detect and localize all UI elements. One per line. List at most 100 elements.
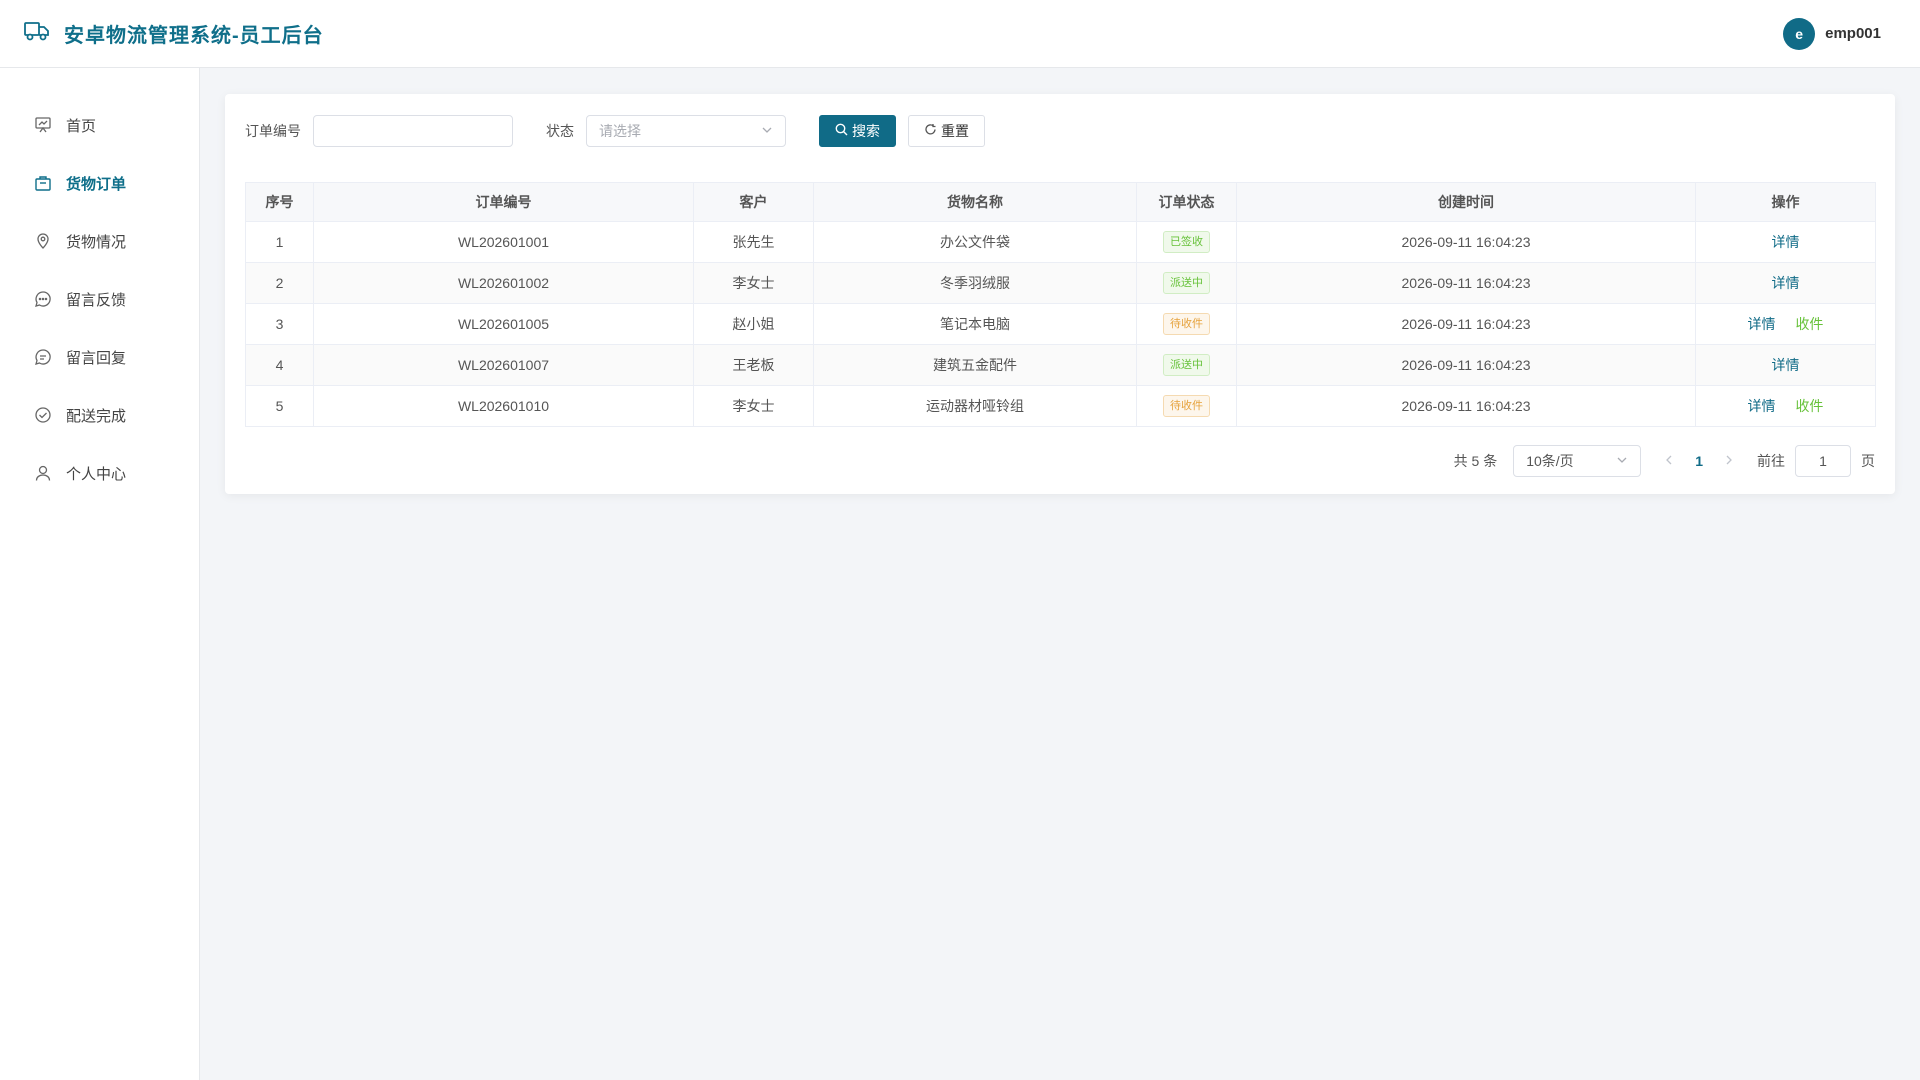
cell-customer: 王老板 — [693, 344, 814, 386]
current-page[interactable]: 1 — [1695, 453, 1703, 469]
table-row: 3 WL202601005 赵小姐 笔记本电脑 待收件 2026-09-11 1… — [245, 303, 1876, 345]
cell-actions: 详情 — [1695, 344, 1876, 386]
cell-order-no: WL202601010 — [313, 385, 694, 427]
column-header: 订单编号 — [313, 182, 694, 222]
table-row: 2 WL202601002 李女士 冬季羽绒服 派送中 2026-09-11 1… — [245, 262, 1876, 304]
cell-created-time: 2026-09-11 16:04:23 — [1236, 221, 1696, 263]
sidebar-item-home[interactable]: 首页 — [0, 96, 199, 154]
orders-card: 订单编号 状态 请选择 搜索 重置 序号 订单编号 客户 货物名称 订单状态 创… — [225, 94, 1895, 494]
monitor-icon — [34, 116, 52, 134]
orders-table: 序号 订单编号 客户 货物名称 订单状态 创建时间 操作 1 WL2026010… — [245, 182, 1876, 427]
cell-index: 5 — [245, 385, 314, 427]
sidebar-item-label: 货物订单 — [66, 175, 127, 193]
cell-customer: 张先生 — [693, 221, 814, 263]
next-page-icon[interactable] — [1723, 453, 1735, 469]
status-badge: 派送中 — [1163, 354, 1210, 376]
cell-goods: 运动器材哑铃组 — [813, 385, 1137, 427]
receive-link[interactable]: 收件 — [1795, 316, 1823, 332]
column-header: 客户 — [693, 182, 814, 222]
brand: 安卓物流管理系统-员工后台 — [24, 19, 324, 48]
status-badge: 待收件 — [1163, 313, 1210, 335]
cell-status: 待收件 — [1136, 303, 1237, 345]
status-label: 状态 — [546, 123, 574, 139]
cell-order-no: WL202601001 — [313, 221, 694, 263]
status-badge: 待收件 — [1163, 395, 1210, 417]
reset-button[interactable]: 重置 — [908, 115, 985, 147]
app-title: 安卓物流管理系统-员工后台 — [64, 25, 324, 47]
search-icon — [835, 123, 848, 139]
avatar[interactable]: e — [1783, 17, 1816, 50]
cell-actions: 详情 收件 — [1695, 385, 1876, 427]
cell-order-no: WL202601007 — [313, 344, 694, 386]
sidebar-item-label: 留言回复 — [66, 349, 127, 367]
detail-link[interactable]: 详情 — [1748, 398, 1776, 414]
cell-status: 派送中 — [1136, 262, 1237, 304]
sidebar-item-profile[interactable]: 个人中心 — [0, 444, 199, 502]
sidebar: 首页 货物订单 货物情况 留言反馈 留言回复 配送完成 个人中心 — [0, 68, 200, 1080]
truck-icon — [24, 20, 50, 47]
sidebar-item-label: 配送完成 — [66, 407, 127, 425]
refresh-icon — [924, 123, 937, 139]
page-size-select[interactable]: 10条/页 — [1513, 445, 1642, 477]
cell-customer: 赵小姐 — [693, 303, 814, 345]
pagination: 共 5 条 10条/页 1 前往 页 — [245, 445, 1875, 477]
column-header: 创建时间 — [1236, 182, 1696, 222]
sidebar-item-delivered[interactable]: 配送完成 — [0, 386, 199, 444]
total-count: 共 5 条 — [1453, 453, 1498, 469]
cell-order-no: WL202601002 — [313, 262, 694, 304]
order-no-input[interactable] — [313, 115, 513, 147]
status-badge: 已签收 — [1163, 231, 1210, 253]
order-no-label: 订单编号 — [245, 123, 301, 139]
package-icon — [34, 174, 52, 192]
column-header: 货物名称 — [813, 182, 1137, 222]
status-badge: 派送中 — [1163, 272, 1210, 294]
detail-link[interactable]: 详情 — [1772, 357, 1800, 373]
top-header: 安卓物流管理系统-员工后台 e emp001 — [0, 0, 1920, 68]
search-bar: 订单编号 状态 请选择 搜索 重置 — [245, 114, 1875, 148]
cell-goods: 建筑五金配件 — [813, 344, 1137, 386]
cell-actions: 详情 收件 — [1695, 303, 1876, 345]
chat-reply-icon — [34, 348, 52, 366]
column-header: 序号 — [245, 182, 314, 222]
search-button-label: 搜索 — [852, 123, 880, 139]
cell-status: 待收件 — [1136, 385, 1237, 427]
goto-page: 前往 页 — [1757, 445, 1875, 477]
page-suffix: 页 — [1861, 453, 1875, 469]
location-pin-icon — [34, 232, 52, 250]
cell-goods: 冬季羽绒服 — [813, 262, 1137, 304]
search-button[interactable]: 搜索 — [819, 115, 896, 147]
receive-link[interactable]: 收件 — [1795, 398, 1823, 414]
column-header: 订单状态 — [1136, 182, 1237, 222]
pager: 1 — [1663, 453, 1735, 469]
cell-status: 派送中 — [1136, 344, 1237, 386]
goto-label: 前往 — [1757, 453, 1785, 469]
sidebar-item-feedback[interactable]: 留言反馈 — [0, 270, 199, 328]
detail-link[interactable]: 详情 — [1748, 316, 1776, 332]
prev-page-icon[interactable] — [1663, 453, 1675, 469]
sidebar-item-label: 货物情况 — [66, 233, 127, 251]
reset-button-label: 重置 — [941, 123, 969, 139]
cell-index: 1 — [245, 221, 314, 263]
sidebar-item-orders[interactable]: 货物订单 — [0, 154, 199, 212]
sidebar-item-goods-status[interactable]: 货物情况 — [0, 212, 199, 270]
table-row: 1 WL202601001 张先生 办公文件袋 已签收 2026-09-11 1… — [245, 221, 1876, 263]
chevron-down-icon — [761, 123, 773, 139]
cell-goods: 笔记本电脑 — [813, 303, 1137, 345]
sidebar-item-reply[interactable]: 留言回复 — [0, 328, 199, 386]
chat-bubble-icon — [34, 290, 52, 308]
chevron-down-icon — [1616, 453, 1628, 469]
cell-index: 4 — [245, 344, 314, 386]
detail-link[interactable]: 详情 — [1772, 234, 1800, 250]
cell-created-time: 2026-09-11 16:04:23 — [1236, 385, 1696, 427]
table-header-row: 序号 订单编号 客户 货物名称 订单状态 创建时间 操作 — [245, 182, 1876, 222]
goto-page-input[interactable] — [1795, 445, 1851, 477]
sidebar-item-label: 首页 — [66, 117, 97, 135]
detail-link[interactable]: 详情 — [1772, 275, 1800, 291]
username[interactable]: emp001 — [1825, 25, 1881, 42]
cell-order-no: WL202601005 — [313, 303, 694, 345]
cell-created-time: 2026-09-11 16:04:23 — [1236, 262, 1696, 304]
status-select[interactable]: 请选择 — [586, 115, 786, 147]
cell-goods: 办公文件袋 — [813, 221, 1137, 263]
cell-customer: 李女士 — [693, 262, 814, 304]
user-menu[interactable]: e emp001 — [1783, 17, 1881, 50]
